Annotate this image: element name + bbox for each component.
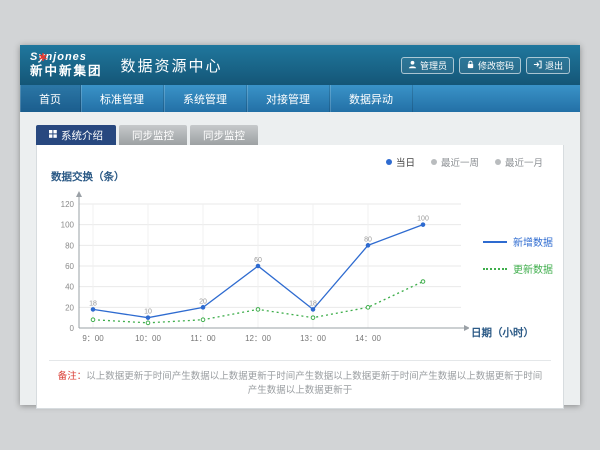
tab-label: 同步监控 — [203, 128, 245, 143]
nav-item-system-mgmt[interactable]: 系统管理 — [164, 85, 247, 112]
logout-button[interactable]: 退出 — [526, 57, 570, 74]
nav-item-label: 标准管理 — [100, 91, 144, 107]
svg-text:14：00: 14：00 — [355, 334, 381, 343]
legend-item-new-data[interactable]: 新增数据 — [483, 234, 553, 249]
header: Synjones 新中新集团 数据资源中心 管理员 修改密码 — [20, 45, 580, 85]
nav-item-label: 对接管理 — [266, 91, 310, 107]
tab-bar: 系统介绍 同步监控 同步监控 — [36, 125, 564, 145]
series-legend: 新增数据 更新数据 — [483, 186, 553, 324]
time-filter-legend: 当日 最近一周 最近一月 — [49, 151, 551, 169]
page-title: 数据资源中心 — [121, 55, 223, 76]
dot-icon — [495, 159, 501, 165]
nav-item-label: 首页 — [39, 91, 61, 107]
header-actions: 管理员 修改密码 退出 — [401, 57, 570, 74]
x-axis-title: 日期（小时） — [471, 325, 534, 340]
change-password-button-label: 修改密码 — [478, 59, 514, 72]
tab-system-intro[interactable]: 系统介绍 — [36, 125, 116, 145]
svg-text:10: 10 — [144, 309, 152, 316]
footnote: 备注：以上数据更新于时间产生数据以上数据更新于时间产生数据以上数据更新于时间产生… — [49, 360, 551, 400]
svg-text:20: 20 — [199, 298, 207, 305]
svg-text:100: 100 — [417, 216, 429, 223]
svg-text:80: 80 — [65, 241, 74, 250]
filter-label: 当日 — [396, 155, 415, 169]
main-nav: 首页 标准管理 系统管理 对接管理 数据异动 — [20, 85, 580, 112]
nav-item-interface-mgmt[interactable]: 对接管理 — [247, 85, 330, 112]
legend-label: 新增数据 — [513, 234, 553, 249]
svg-text:12：00: 12：00 — [245, 334, 271, 343]
chart-row: 0 20 40 60 80 100 120 9：00 10：00 11：00 12：00 13：00 1… — [49, 186, 551, 358]
nav-item-home[interactable]: 首页 — [20, 85, 81, 112]
filter-label: 最近一月 — [505, 155, 543, 169]
logo: Synjones 新中新集团 — [30, 51, 103, 78]
tab-label: 系统介绍 — [61, 128, 103, 143]
nav-item-data-change[interactable]: 数据异动 — [330, 85, 413, 112]
filter-today[interactable]: 当日 — [386, 155, 415, 169]
lock-icon — [466, 60, 475, 71]
nav-item-standard-mgmt[interactable]: 标准管理 — [81, 85, 164, 112]
data-exchange-line-chart: 0 20 40 60 80 100 120 9：00 10：00 11：00 12：00 13：00 1… — [49, 186, 469, 358]
dot-icon — [431, 159, 437, 165]
legend-item-updated-data[interactable]: 更新数据 — [483, 261, 553, 276]
svg-text:120: 120 — [61, 200, 75, 209]
chart-wrap: 0 20 40 60 80 100 120 9：00 10：00 11：00 12：00 13：00 1… — [49, 186, 469, 358]
tab-sync-monitor-2[interactable]: 同步监控 — [190, 125, 258, 145]
filter-last-week[interactable]: 最近一周 — [431, 155, 479, 169]
content-area: 系统介绍 同步监控 同步监控 当日 最近一周 最近一月 数据交换（条） 0 20 4… — [20, 112, 580, 405]
dot-icon — [386, 159, 392, 165]
logout-button-label: 退出 — [545, 59, 563, 72]
legend-label: 更新数据 — [513, 261, 553, 276]
svg-text:18: 18 — [89, 300, 97, 307]
tab-label: 同步监控 — [132, 128, 174, 143]
app-window: Synjones 新中新集团 数据资源中心 管理员 修改密码 — [20, 45, 580, 405]
svg-text:11：00: 11：00 — [190, 334, 216, 343]
tab-sync-monitor-1[interactable]: 同步监控 — [119, 125, 187, 145]
svg-text:18: 18 — [309, 300, 317, 307]
svg-text:60: 60 — [65, 262, 74, 271]
logo-star-icon — [39, 48, 47, 66]
filter-last-month[interactable]: 最近一月 — [495, 155, 543, 169]
svg-text:13：00: 13：00 — [300, 334, 326, 343]
footnote-text: 以上数据更新于时间产生数据以上数据更新于时间产生数据以上数据更新于时间产生数据以… — [86, 371, 542, 396]
user-icon — [408, 60, 417, 71]
chart-card: 当日 最近一周 最近一月 数据交换（条） 0 20 40 60 80 100 120 9：00… — [36, 145, 564, 409]
footnote-prefix: 备注： — [58, 371, 87, 382]
svg-text:0: 0 — [70, 324, 75, 333]
grid-icon — [49, 129, 57, 141]
dotted-line-icon — [483, 268, 507, 270]
svg-text:10：00: 10：00 — [135, 334, 161, 343]
svg-text:100: 100 — [61, 221, 75, 230]
filter-label: 最近一周 — [441, 155, 479, 169]
nav-item-label: 数据异动 — [349, 91, 393, 107]
svg-text:9：00: 9：00 — [82, 334, 104, 343]
svg-text:20: 20 — [65, 303, 74, 312]
svg-text:60: 60 — [254, 257, 262, 264]
admin-button[interactable]: 管理员 — [401, 57, 454, 74]
nav-item-label: 系统管理 — [183, 91, 227, 107]
change-password-button[interactable]: 修改密码 — [459, 57, 521, 74]
solid-line-icon — [483, 241, 507, 243]
logout-icon — [533, 60, 542, 71]
admin-button-label: 管理员 — [420, 59, 447, 72]
svg-text:40: 40 — [65, 283, 74, 292]
svg-text:80: 80 — [364, 236, 372, 243]
y-axis-title: 数据交换（条） — [51, 169, 551, 184]
